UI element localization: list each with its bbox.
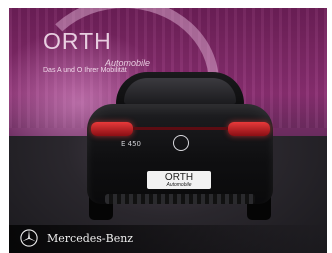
car-rear-view: E 450 ORTH Automobile: [79, 72, 279, 222]
plate-dealer-suffix: Automobile: [166, 182, 192, 188]
brand-footer: Mercedes-Benz: [9, 225, 327, 253]
rear-window: [124, 78, 236, 104]
taillight-bar: [133, 127, 228, 130]
dealer-logo: ORTH Automobile: [43, 28, 150, 68]
car-body: [87, 104, 273, 204]
rear-diffuser: [105, 194, 255, 204]
left-taillight: [91, 122, 133, 136]
license-plate: ORTH Automobile: [147, 171, 211, 189]
right-taillight: [228, 122, 270, 136]
mercedes-star-icon: [20, 229, 38, 247]
brand-name: Mercedes-Benz: [47, 232, 134, 245]
dealer-name: ORTH: [43, 28, 112, 54]
vehicle-photo: ORTH Automobile Das A und O Ihrer Mobili…: [9, 8, 327, 253]
model-badge: E 450: [121, 140, 142, 148]
mercedes-star-icon: [173, 135, 189, 151]
